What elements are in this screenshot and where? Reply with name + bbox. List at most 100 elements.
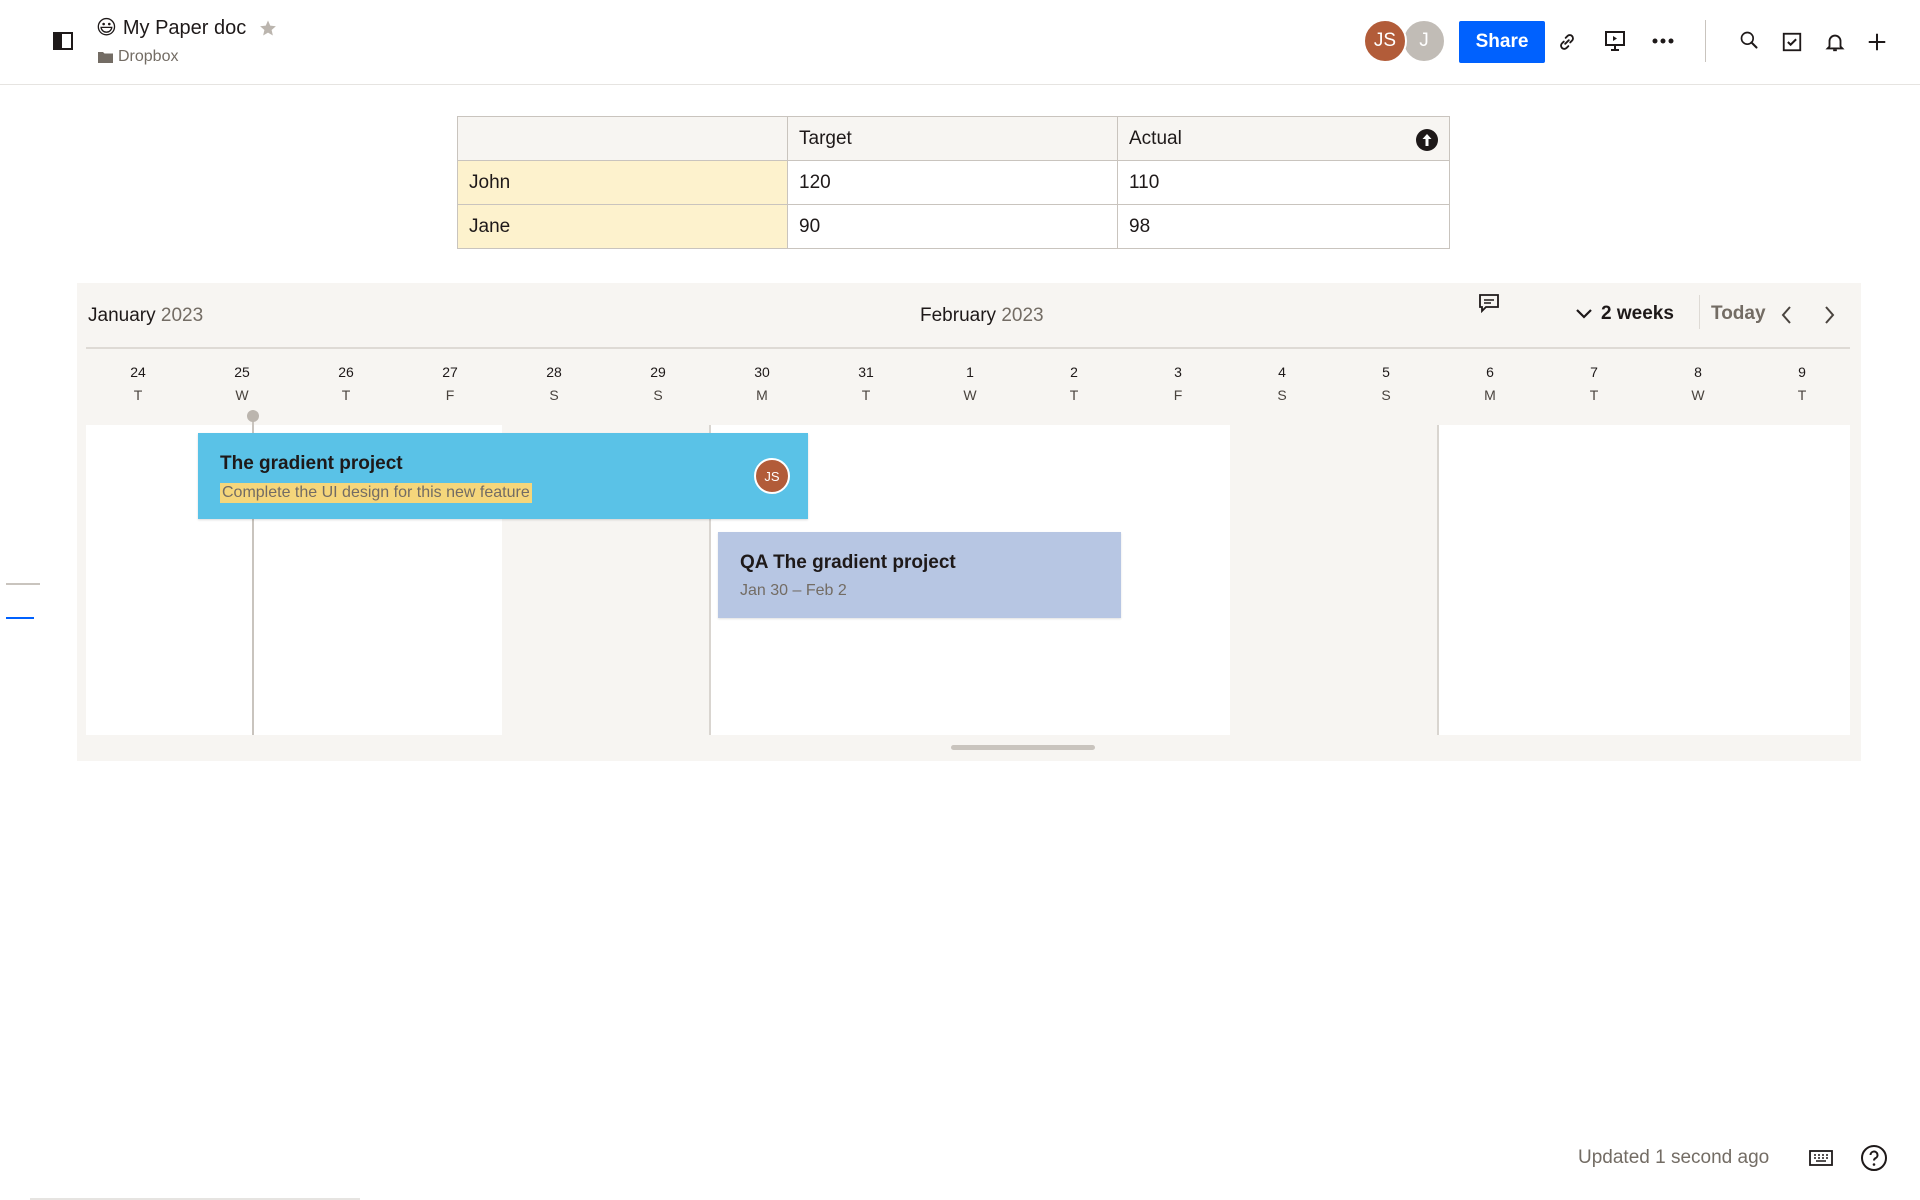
table-cell-name[interactable]: Jane: [457, 204, 788, 249]
day-number: 26: [338, 364, 354, 380]
task-title: The gradient project: [220, 453, 403, 474]
range-dropdown[interactable]: 2 weeks: [1575, 303, 1674, 325]
day-number: 2: [1070, 364, 1078, 380]
chevron-left-icon[interactable]: [1774, 303, 1798, 327]
table-cell-actual[interactable]: 98: [1117, 204, 1450, 249]
day-number: 27: [442, 364, 458, 380]
avatar[interactable]: JS: [754, 458, 790, 494]
star-icon[interactable]: [258, 18, 278, 38]
doc-emoji-icon[interactable]: 😃: [96, 16, 117, 40]
day-number: 4: [1278, 364, 1286, 380]
sort-up-icon[interactable]: [1416, 129, 1438, 151]
today-button[interactable]: Today: [1711, 303, 1766, 325]
timeline-header-divider: [86, 347, 1850, 349]
link-icon[interactable]: [1552, 27, 1582, 57]
table-header-row: Target Actual: [457, 116, 1450, 161]
table-header-cell[interactable]: [457, 116, 788, 161]
checklist-icon[interactable]: [1777, 27, 1807, 57]
day-number: 8: [1694, 364, 1702, 380]
day-of-week: T: [1069, 387, 1079, 403]
toolbar-divider: [1699, 295, 1700, 329]
month-name: January: [88, 305, 156, 326]
outline-marker[interactable]: [6, 583, 40, 585]
day-number: 3: [1174, 364, 1182, 380]
day-of-week: M: [1484, 387, 1496, 403]
table-cell-actual[interactable]: 110: [1117, 160, 1450, 205]
day-of-week: F: [1173, 387, 1183, 403]
day-of-week: S: [1277, 387, 1287, 403]
data-table: Target Actual John 120 110 Jane 90 98: [457, 116, 1450, 249]
table-row: Jane 90 98: [457, 204, 1450, 249]
day-column-header: 6M: [1470, 363, 1510, 404]
month-name: February: [920, 305, 997, 326]
day-of-week: W: [963, 387, 977, 403]
day-column-header: 26 T: [326, 363, 366, 404]
avatar[interactable]: JS: [1363, 19, 1407, 63]
day-number: 25: [234, 364, 250, 380]
present-icon[interactable]: [1600, 26, 1630, 56]
more-options-icon[interactable]: [1648, 26, 1678, 56]
day-column-header: 25 W: [222, 363, 262, 404]
day-of-week: S: [1381, 387, 1391, 403]
day-of-week: T: [861, 387, 871, 403]
keyboard-icon[interactable]: [1808, 1147, 1834, 1169]
today-marker-dot: [247, 410, 259, 422]
day-number: 28: [546, 364, 562, 380]
bell-icon[interactable]: [1820, 27, 1850, 57]
month-year: 2023: [160, 305, 204, 326]
day-column-header: 24 T: [118, 363, 158, 404]
breadcrumb-folder[interactable]: Dropbox: [118, 48, 178, 66]
table-header-cell[interactable]: Target: [787, 116, 1118, 161]
day-number: 7: [1590, 364, 1598, 380]
day-column-header: 4S: [1262, 363, 1302, 404]
breadcrumb[interactable]: Dropbox: [98, 48, 178, 66]
task-bar-qa-gradient-project[interactable]: QA The gradient project Jan 30 – Feb 2: [718, 532, 1121, 618]
day-header-row: 24 T 25 W 26 T 27 F 28 S 29 S 30 M 31 T 1W 2T 3F…: [86, 363, 1850, 403]
folder-icon: [98, 52, 113, 63]
month-label-january: January 2023: [88, 305, 203, 327]
day-number: 24: [130, 364, 146, 380]
share-button[interactable]: Share: [1459, 21, 1545, 63]
day-number: 6: [1486, 364, 1494, 380]
day-of-week: W: [235, 387, 249, 403]
doc-title-row: 😃 My Paper doc: [96, 16, 278, 40]
day-column-header: 28 S: [534, 363, 574, 404]
avatar[interactable]: J: [1402, 19, 1446, 63]
month-year: 2023: [1001, 305, 1044, 326]
table-header-cell[interactable]: Actual: [1117, 116, 1450, 161]
day-column-header: 5S: [1366, 363, 1406, 404]
plus-icon[interactable]: [1862, 27, 1892, 57]
day-column-header: 1W: [950, 363, 990, 404]
day-column-header: 30 M: [742, 363, 782, 404]
day-number: 5: [1382, 364, 1390, 380]
task-dates: Jan 30 – Feb 2: [740, 582, 847, 599]
table-row: John 120 110: [457, 160, 1450, 205]
day-number: 29: [650, 364, 666, 380]
day-column-header: 27 F: [430, 363, 470, 404]
day-column-header: 29 S: [638, 363, 678, 404]
task-description: Complete the UI design for this new feat…: [220, 483, 532, 503]
day-of-week: S: [549, 387, 559, 403]
table-cell-target[interactable]: 120: [787, 160, 1118, 205]
table-cell-target[interactable]: 90: [787, 204, 1118, 249]
comment-icon[interactable]: [1477, 291, 1501, 315]
day-number: 30: [754, 364, 770, 380]
header-divider: [1705, 20, 1706, 62]
day-of-week: W: [1691, 387, 1705, 403]
table-cell-name[interactable]: John: [457, 160, 788, 205]
outline-marker-active[interactable]: [6, 617, 34, 619]
search-icon[interactable]: [1734, 25, 1764, 55]
day-column-header: 2T: [1054, 363, 1094, 404]
day-of-week: F: [445, 387, 455, 403]
day-of-week: T: [341, 387, 351, 403]
help-icon[interactable]: [1859, 1143, 1889, 1173]
day-of-week: M: [756, 387, 768, 403]
week-separator: [1437, 425, 1439, 735]
chevron-right-icon[interactable]: [1818, 303, 1842, 327]
sidebar-toggle-icon[interactable]: [52, 30, 74, 52]
app-header: 😃 My Paper doc Dropbox JS J Share: [0, 0, 1920, 85]
task-bar-gradient-project[interactable]: The gradient project Complete the UI des…: [198, 433, 808, 519]
doc-title[interactable]: My Paper doc: [123, 17, 246, 40]
horizontal-scrollbar[interactable]: [951, 745, 1095, 750]
day-of-week: T: [1589, 387, 1599, 403]
